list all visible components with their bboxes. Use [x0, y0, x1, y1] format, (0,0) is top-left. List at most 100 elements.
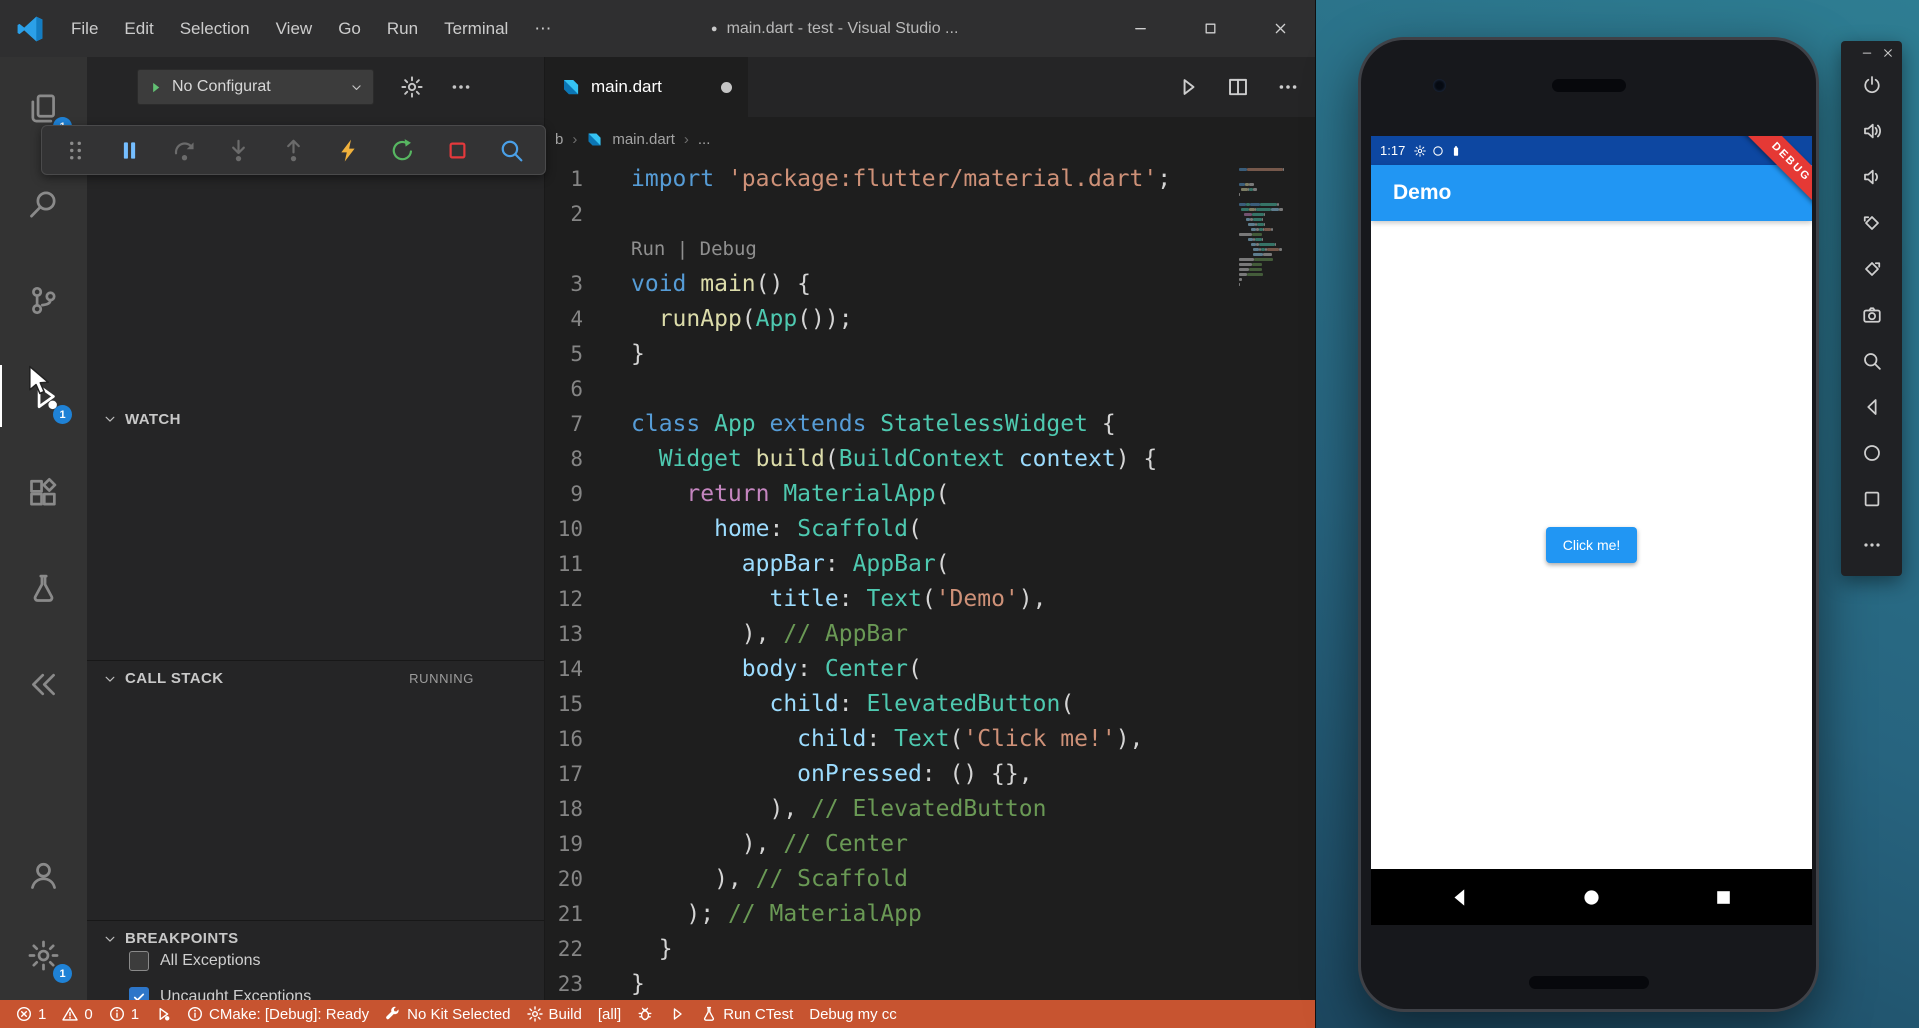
code-line-21[interactable]: 21 ); // MaterialApp [545, 897, 1315, 932]
code-line-2[interactable]: 2 [545, 197, 1315, 232]
breadcrumb-file[interactable]: main.dart [612, 131, 675, 148]
menu-go[interactable]: Go [325, 12, 374, 46]
code-line-1[interactable]: 1import 'package:flutter/material.dart'; [545, 162, 1315, 197]
checkbox[interactable] [129, 987, 149, 1000]
emulator-close-button[interactable] [1882, 47, 1894, 63]
nav-home-button[interactable] [1581, 887, 1602, 908]
debug-pause-button[interactable] [117, 138, 142, 163]
status-cmake-debug[interactable] [629, 1000, 661, 1028]
split-editor-button[interactable] [1227, 76, 1249, 98]
menu-terminal[interactable]: Terminal [431, 12, 521, 46]
emulator-volume-down-button[interactable] [1862, 167, 1882, 187]
emulator-screenshot-button[interactable] [1862, 305, 1882, 325]
status-cmake-build[interactable]: Build [519, 1000, 590, 1028]
activity-search[interactable] [0, 173, 87, 235]
section-watch[interactable]: WATCH [87, 401, 544, 437]
activity-accounts[interactable] [0, 844, 87, 906]
debug-step-out-button[interactable] [281, 138, 306, 163]
debug-stop-button[interactable] [445, 138, 470, 163]
section-call-stack[interactable]: CALL STACK RUNNING [87, 660, 544, 696]
run-button[interactable] [1177, 76, 1199, 98]
window-close-button[interactable] [1245, 0, 1315, 57]
code-line-19[interactable]: 19 ), // Center [545, 827, 1315, 862]
breadcrumb-root[interactable]: b [555, 131, 563, 148]
code-line-13[interactable]: 13 ), // AppBar [545, 617, 1315, 652]
code-line-8[interactable]: 8 Widget build(BuildContext context) { [545, 442, 1315, 477]
debug-hot-reload-button[interactable] [336, 138, 361, 163]
debug-more-icon[interactable] [450, 76, 472, 98]
code-line-12[interactable]: 12 title: Text('Demo'), [545, 582, 1315, 617]
breakpoint-uncaught-exceptions[interactable]: Uncaught Exceptions [87, 979, 544, 1000]
status-cmake-launch[interactable] [661, 1000, 693, 1028]
code-line-5[interactable]: 5} [545, 337, 1315, 372]
activity-source-control[interactable] [0, 269, 87, 331]
debug-gear-icon[interactable] [401, 76, 423, 98]
menu-run[interactable]: Run [374, 12, 431, 46]
code-line-20[interactable]: 20 ), // Scaffold [545, 862, 1315, 897]
code-line-16[interactable]: 16 child: Text('Click me!'), [545, 722, 1315, 757]
status-problems-errors[interactable]: 1 [8, 1000, 54, 1028]
code-line-9[interactable]: 9 return MaterialApp( [545, 477, 1315, 512]
emulator-minimize-button[interactable] [1861, 47, 1873, 63]
start-debug-icon[interactable] [148, 80, 163, 95]
emulator-rotate-right-button[interactable] [1862, 259, 1882, 279]
activity-collapse[interactable] [0, 653, 87, 715]
status-cmake-kit[interactable]: No Kit Selected [377, 1000, 518, 1028]
breadcrumb-more[interactable]: ... [698, 131, 711, 148]
minimap[interactable] [1239, 168, 1303, 293]
code-line-18[interactable]: 18 ), // ElevatedButton [545, 792, 1315, 827]
emulator-overview-button[interactable] [1862, 489, 1882, 509]
code-line-6[interactable]: 6 [545, 372, 1315, 407]
emulator-home-button[interactable] [1862, 443, 1882, 463]
emulator-zoom-button[interactable] [1862, 351, 1882, 371]
more-actions-button[interactable] [1277, 76, 1299, 98]
emulator-rotate-left-button[interactable] [1862, 213, 1882, 233]
breakpoint-all-exceptions[interactable]: All Exceptions [87, 943, 544, 979]
debug-inspector-button[interactable] [499, 138, 524, 163]
code-line-15[interactable]: 15 child: ElevatedButton( [545, 687, 1315, 722]
modified-indicator[interactable] [721, 82, 732, 93]
status-notifications[interactable]: 1 [101, 1000, 147, 1028]
debug-step-into-button[interactable] [226, 138, 251, 163]
emulator-volume-up-button[interactable] [1862, 121, 1882, 141]
menu-overflow[interactable]: ⋯ [521, 12, 564, 46]
menu-file[interactable]: File [58, 12, 111, 46]
status-run-ctest[interactable]: Run CTest [693, 1000, 801, 1028]
emulator-back-button[interactable] [1862, 397, 1882, 417]
debug-config-dropdown[interactable]: No Configurat [137, 69, 374, 105]
checkbox[interactable] [129, 951, 149, 971]
status-debug-status[interactable] [147, 1000, 179, 1028]
code-line-11[interactable]: 11 appBar: AppBar( [545, 547, 1315, 582]
menu-edit[interactable]: Edit [111, 12, 166, 46]
click-me-button[interactable]: Click me! [1546, 527, 1638, 563]
code-line-7[interactable]: 7class App extends StatelessWidget { [545, 407, 1315, 442]
nav-back-button[interactable] [1449, 887, 1470, 908]
code-line-3[interactable]: 3void main() { [545, 267, 1315, 302]
emulator-power-button[interactable] [1862, 75, 1882, 95]
nav-overview-button[interactable] [1713, 887, 1734, 908]
debug-restart-button[interactable] [390, 138, 415, 163]
menu-selection[interactable]: Selection [167, 12, 263, 46]
debug-gripper-button[interactable] [63, 138, 88, 163]
emulator-more-button[interactable] [1862, 535, 1882, 555]
menu-view[interactable]: View [263, 12, 326, 46]
debug-step-over-button[interactable] [172, 138, 197, 163]
activity-testing[interactable] [0, 557, 87, 619]
code-line-22[interactable]: 22 } [545, 932, 1315, 967]
codelens-run-debug[interactable]: Run | Debug [583, 232, 757, 267]
window-maximize-button[interactable] [1175, 0, 1245, 57]
status-launch-target[interactable]: Debug my cc [801, 1000, 905, 1028]
status-problems-warnings[interactable]: 0 [54, 1000, 100, 1028]
window-minimize-button[interactable] [1105, 0, 1175, 57]
code-line-14[interactable]: 14 body: Center( [545, 652, 1315, 687]
code-line-23[interactable]: 23} [545, 967, 1315, 1000]
activity-settings[interactable]: 1 [0, 924, 87, 986]
activity-extensions[interactable] [0, 461, 87, 523]
tab-main-dart[interactable]: main.dart [545, 57, 748, 117]
status-cmake-status[interactable]: CMake: [Debug]: Ready [179, 1000, 377, 1028]
code-area[interactable]: 1import 'package:flutter/material.dart';… [545, 162, 1315, 1000]
status-cmake-target[interactable]: [all] [590, 1000, 629, 1028]
code-line-17[interactable]: 17 onPressed: () {}, [545, 757, 1315, 792]
code-line-10[interactable]: 10 home: Scaffold( [545, 512, 1315, 547]
code-line-4[interactable]: 4 runApp(App()); [545, 302, 1315, 337]
